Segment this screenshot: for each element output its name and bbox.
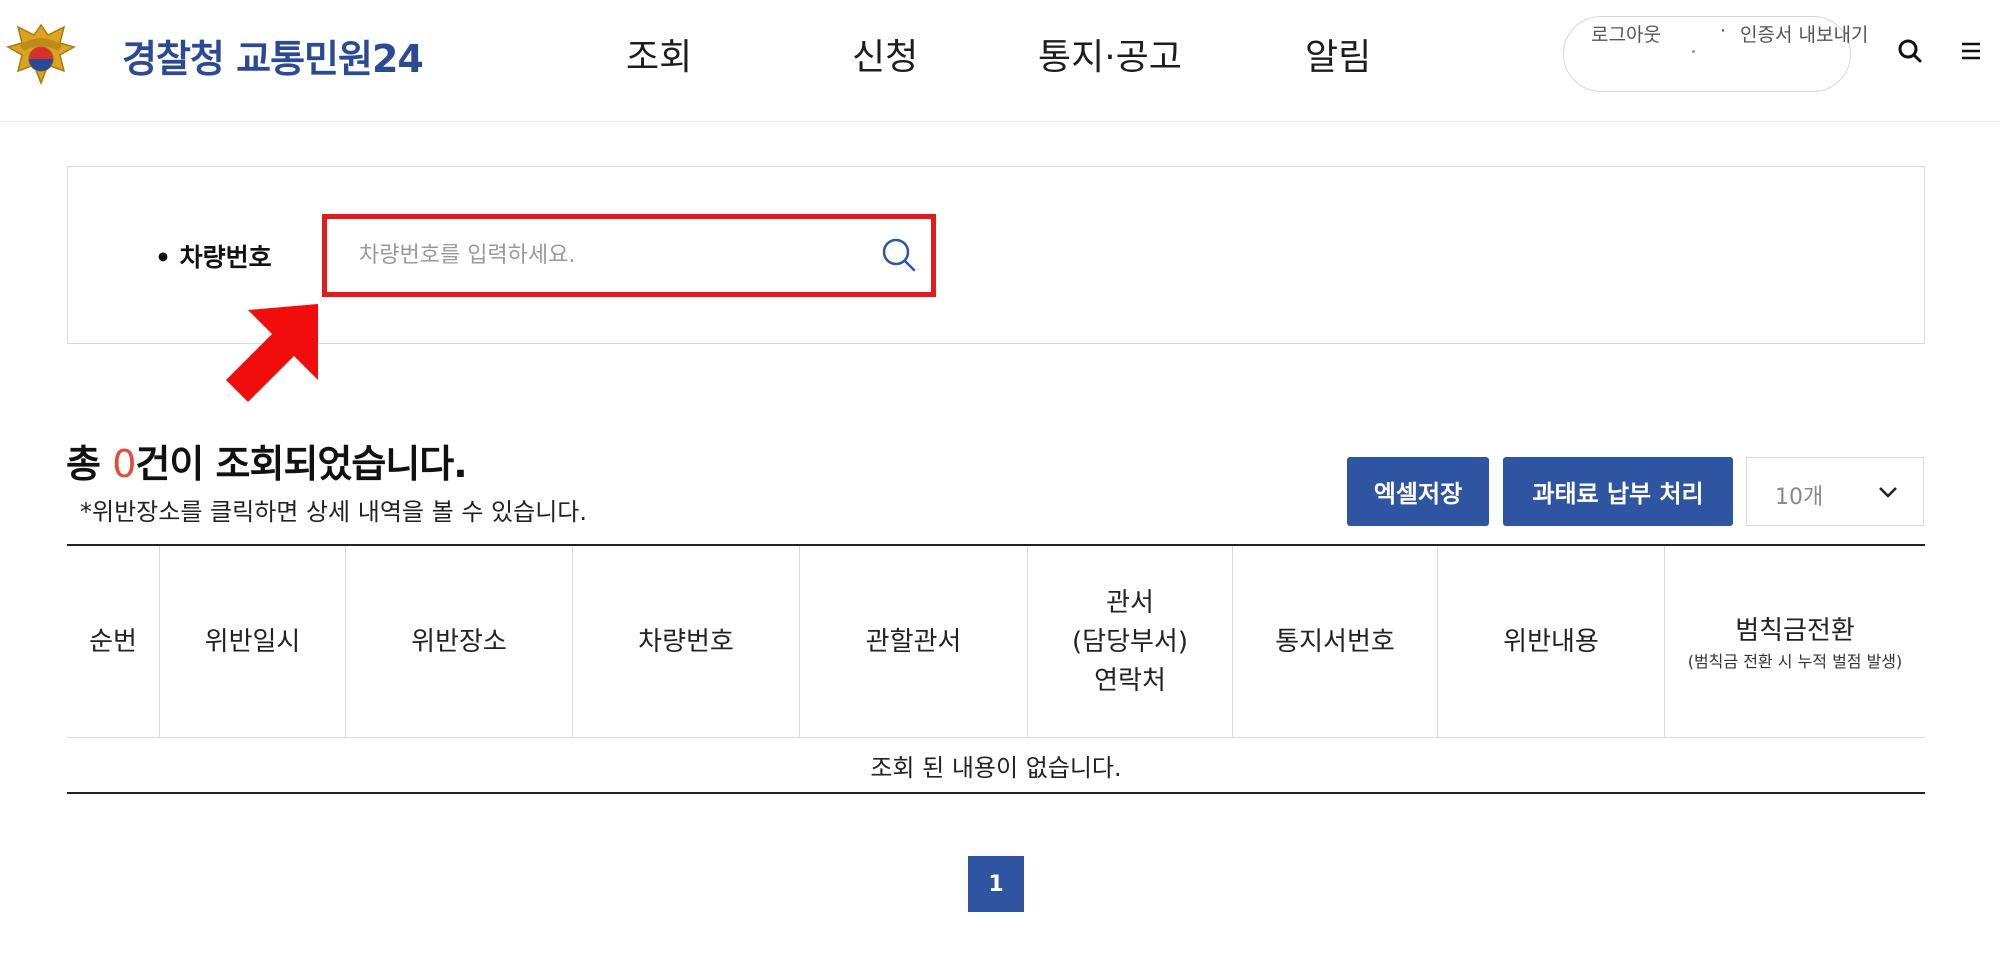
column-header-fine-conversion: 범칙금전환 (범칙금 전환 시 누적 벌점 발생) bbox=[1687, 615, 1903, 671]
vehicle-number-search bbox=[322, 214, 936, 297]
column-header-notice-number: 통지서번호 bbox=[1233, 546, 1438, 738]
vehicle-number-label: • 차량번호 bbox=[155, 243, 272, 272]
nav-item-alerts[interactable]: 알림 bbox=[1305, 28, 1371, 80]
nav-item-notice[interactable]: 통지·공고 bbox=[1038, 28, 1182, 80]
column-header-jurisdiction: 관할관서 bbox=[800, 546, 1028, 738]
result-count-title: 총 0건이 조회되었습니다. bbox=[66, 433, 468, 488]
fine-payment-button[interactable]: 과태료 납부 처리 bbox=[1503, 457, 1733, 526]
column-header-violation: 위반내용 bbox=[1438, 546, 1665, 738]
nav-item-inquiry[interactable]: 조회 bbox=[626, 28, 692, 80]
logo-title: 경찰청 교통민원24 bbox=[122, 36, 424, 81]
site-logo[interactable]: 경찰청 교통민원24 bbox=[6, 20, 424, 90]
column-header-location: 위반장소 bbox=[346, 546, 573, 738]
auth-separator: · bbox=[1720, 20, 1727, 42]
export-certificate-link[interactable]: 인증서 내보내기 bbox=[1740, 20, 1868, 47]
site-header: 경찰청 교통민원24 조회 신청 통지·공고 알림 로그아웃 · 인증서 내보내… bbox=[0, 0, 2000, 122]
result-count: 0 bbox=[112, 442, 136, 486]
page-size-select[interactable]: 10개 bbox=[1746, 457, 1924, 526]
nav-item-application[interactable]: 신청 bbox=[852, 28, 918, 80]
logout-link[interactable]: 로그아웃 bbox=[1591, 20, 1661, 47]
excel-save-button[interactable]: 엑셀저장 bbox=[1347, 457, 1489, 526]
column-header-datetime: 위반일시 bbox=[160, 546, 346, 738]
red-pointer-arrow-icon bbox=[226, 304, 318, 402]
result-note: *위반장소를 클릭하면 상세 내역을 볼 수 있습니다. bbox=[80, 498, 588, 526]
page-size-value: 10개 bbox=[1775, 485, 1824, 510]
page-button-current[interactable]: 1 bbox=[968, 856, 1024, 912]
table-header-row: 순번 위반일시 위반장소 차량번호 관할관서 관서 (담당부서) 연락처 통지서… bbox=[67, 546, 1925, 738]
result-prefix: 총 bbox=[66, 442, 113, 486]
menu-icon[interactable] bbox=[1956, 36, 1986, 66]
empty-row-message: 조회 된 내용이 없습니다. bbox=[67, 738, 1925, 794]
search-icon[interactable] bbox=[1895, 36, 1925, 66]
chevron-down-icon bbox=[1879, 487, 1897, 498]
auth-dot bbox=[1692, 50, 1695, 53]
result-suffix: 건이 조회되었습니다. bbox=[135, 442, 467, 486]
vehicle-number-input[interactable] bbox=[335, 223, 835, 288]
column-header-office-contact: 관서 (담당부서) 연락처 bbox=[1028, 546, 1233, 738]
column-header-seq: 순번 bbox=[67, 546, 160, 738]
column-header-vehicle: 차량번호 bbox=[573, 546, 800, 738]
police-emblem-icon bbox=[6, 23, 76, 86]
search-submit-icon[interactable] bbox=[877, 233, 921, 277]
